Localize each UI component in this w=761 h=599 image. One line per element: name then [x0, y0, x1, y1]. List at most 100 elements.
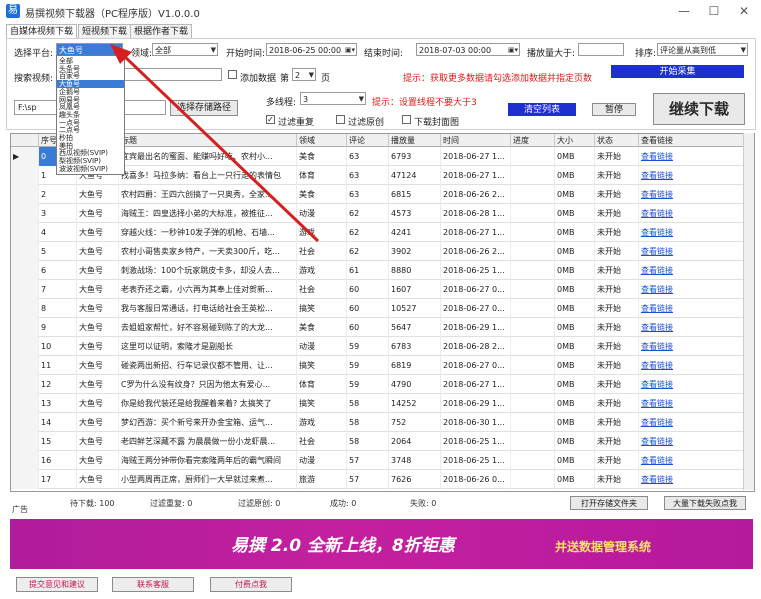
cell-status: 未开始: [595, 318, 639, 337]
view-link[interactable]: 查看链接: [639, 242, 754, 261]
view-link[interactable]: 查看链接: [639, 166, 754, 185]
cell-platform: 大鱼号: [77, 204, 119, 223]
dropdown-option[interactable]: 波波视频(SVIP): [57, 165, 124, 173]
start-collect-button[interactable]: 开始采集: [611, 65, 744, 78]
threads-select[interactable]: 3 ▼: [300, 92, 366, 105]
table-row[interactable]: 13 大鱼号 你是给我代装还是给我醒着来着? 太搞笑了 搞笑 58 14252 2018-0…: [11, 394, 754, 413]
row-selector[interactable]: [11, 337, 39, 356]
row-selector[interactable]: [11, 432, 39, 451]
table-row[interactable]: 9 大鱼号 去姐姐家帮忙，好不容易碰到陈了的大龙... 美食 60 5647 2018-06…: [11, 318, 754, 337]
view-link[interactable]: 查看链接: [639, 394, 754, 413]
row-selector[interactable]: [11, 470, 39, 489]
row-selector[interactable]: ▶: [11, 147, 39, 166]
filter-original-checkbox[interactable]: [336, 115, 345, 124]
column-header-comments[interactable]: 评论: [347, 134, 389, 147]
view-link[interactable]: 查看链接: [639, 280, 754, 299]
page-select[interactable]: 2 ▼: [292, 68, 316, 81]
row-selector[interactable]: [11, 185, 39, 204]
table-row[interactable]: 2 大鱼号 农村四爵：王四六创搞了一只奥秀，全家... 美食 63 6815 2018-06…: [11, 185, 754, 204]
table-row[interactable]: 5 大鱼号 农村小哥售卖家乡特产，一天卖300斤，吃... 社会 62 3902 2018-…: [11, 242, 754, 261]
download-cover-checkbox[interactable]: [402, 115, 411, 124]
table-vertical-scrollbar[interactable]: [743, 133, 754, 490]
column-header-time[interactable]: 时间: [441, 134, 511, 147]
column-header-plays[interactable]: 播放量: [389, 134, 441, 147]
table-row[interactable]: 10 大鱼号 这里可以证明，索隆才是副船长 动漫 59 6783 2018-06-28 2.…: [11, 337, 754, 356]
table-row[interactable]: 7 大鱼号 老表乔还之霸，小六再为其奉上佳对贺新... 社会 60 1607 2018-06…: [11, 280, 754, 299]
view-link[interactable]: 查看链接: [639, 147, 754, 166]
row-selector[interactable]: [11, 451, 39, 470]
column-header-title[interactable]: 标题: [119, 134, 297, 147]
choose-path-button[interactable]: 选择存储路径: [170, 100, 238, 116]
column-header-domain[interactable]: 领域: [297, 134, 347, 147]
cell-platform: 大鱼号: [77, 242, 119, 261]
tab-self-media-video[interactable]: 自媒体视频下载: [6, 24, 78, 39]
table-row[interactable]: 3 大鱼号 海贼王：四皇选择小弟的大标准，被推征... 动漫 62 4573 2018-06…: [11, 204, 754, 223]
view-link[interactable]: 查看链接: [639, 204, 754, 223]
row-selector[interactable]: [11, 318, 39, 337]
row-selector[interactable]: [11, 394, 39, 413]
add-pages-checkbox[interactable]: [228, 70, 237, 79]
row-selector[interactable]: [11, 413, 39, 432]
column-header-size[interactable]: 大小: [555, 134, 595, 147]
end-time-picker[interactable]: 2018-07-03 00:00 ▣▾: [416, 43, 520, 56]
pay-button[interactable]: 付费点我: [210, 577, 292, 592]
status-bar: 广告 待下载: 100 过滤重复: 0 过滤原创: 0 成功: 0 失败: 0 …: [10, 496, 753, 514]
contact-support-button[interactable]: 联系客服: [112, 577, 194, 592]
column-header-status[interactable]: 状态: [595, 134, 639, 147]
row-selector[interactable]: [11, 299, 39, 318]
view-link[interactable]: 查看链接: [639, 356, 754, 375]
feedback-button[interactable]: 提交意见和建议: [16, 577, 98, 592]
table-row[interactable]: 17 大鱼号 小型两周再正席，厨师们一大早就过来煮... 旅游 57 7626 2018-0…: [11, 470, 754, 489]
table-row[interactable]: 16 大鱼号 海贼王两分钟带你看完索隆两年后的霸气瞬间 动漫 57 3748 2018-06…: [11, 451, 754, 470]
open-folder-button[interactable]: 打开存储文件夹: [570, 496, 648, 510]
view-link[interactable]: 查看链接: [639, 299, 754, 318]
view-link[interactable]: 查看链接: [639, 451, 754, 470]
maximize-button[interactable]: ☐: [699, 2, 729, 20]
start-time-picker[interactable]: 2018-06-25 00:00 ▣▾: [266, 43, 357, 56]
sort-select[interactable]: 评论量从高到低 ▼: [657, 43, 748, 56]
plays-input[interactable]: [578, 43, 624, 56]
table-row[interactable]: 6 大鱼号 刺激战场：100个玩家跳皮卡多，却没人去... 游戏 61 8880 2018-…: [11, 261, 754, 280]
view-link[interactable]: 查看链接: [639, 261, 754, 280]
view-link[interactable]: 查看链接: [639, 337, 754, 356]
table-row[interactable]: 11 大鱼号 碰瓷两出新招、行车记录仪都不管用、让... 搞笑 59 6819 2018-0…: [11, 356, 754, 375]
cell-time: 2018-06-28 2...: [441, 337, 511, 356]
page-select-value: 2: [295, 71, 301, 80]
row-selector[interactable]: [11, 223, 39, 242]
table-row[interactable]: 8 大鱼号 我与客服日常通话，打电话给社会王英松... 搞笑 60 10527 2018-0…: [11, 299, 754, 318]
cell-platform: 大鱼号: [77, 432, 119, 451]
row-selector[interactable]: [11, 375, 39, 394]
close-button[interactable]: ✕: [729, 2, 759, 20]
cell-status: 未开始: [595, 261, 639, 280]
view-link[interactable]: 查看链接: [639, 185, 754, 204]
row-selector[interactable]: [11, 356, 39, 375]
table-row[interactable]: 15 大鱼号 老四鲜艺深藏不露 为晨晨做一份小龙虾晨... 社会 58 2064 2018-…: [11, 432, 754, 451]
view-link[interactable]: 查看链接: [639, 223, 754, 242]
view-link[interactable]: 查看链接: [639, 318, 754, 337]
row-selector[interactable]: [11, 204, 39, 223]
tab-by-author[interactable]: 根据作者下载: [130, 24, 193, 39]
filter-dup-checkbox[interactable]: ✓: [266, 115, 275, 124]
view-link[interactable]: 查看链接: [639, 413, 754, 432]
pause-button[interactable]: 暂停: [592, 103, 636, 116]
view-link[interactable]: 查看链接: [639, 432, 754, 451]
platform-select-value: 大鱼号: [59, 46, 83, 55]
bulk-download-button[interactable]: 大量下载失败点我: [664, 496, 746, 510]
row-selector[interactable]: [11, 242, 39, 261]
view-link[interactable]: 查看链接: [639, 470, 754, 489]
row-selector[interactable]: [11, 280, 39, 299]
domain-select[interactable]: 全部 ▼: [152, 43, 218, 56]
column-header-progress[interactable]: 进度: [511, 134, 555, 147]
clear-list-button[interactable]: 清空列表: [508, 103, 576, 116]
column-header-link[interactable]: 查看链接: [639, 134, 754, 147]
table-row[interactable]: 12 大鱼号 C罗为什么没有纹身？只因为他太有爱心... 体育 59 4790 2018-0…: [11, 375, 754, 394]
minimize-button[interactable]: —: [669, 2, 699, 20]
row-selector[interactable]: [11, 261, 39, 280]
row-selector[interactable]: [11, 166, 39, 185]
resume-download-button[interactable]: 继续下载: [653, 93, 745, 125]
table-row[interactable]: 14 大鱼号 梦幻西游：买个新号来开办金宝箱、运气... 游戏 58 752 2018-06…: [11, 413, 754, 432]
table-row[interactable]: 4 大鱼号 穿越火线：一秒钟10发子弹的机枪、石墙... 游戏 62 4241 2018-0…: [11, 223, 754, 242]
view-link[interactable]: 查看链接: [639, 375, 754, 394]
tab-short-video[interactable]: 短视频下载: [78, 24, 132, 39]
cell-size: 0MB: [555, 204, 595, 223]
